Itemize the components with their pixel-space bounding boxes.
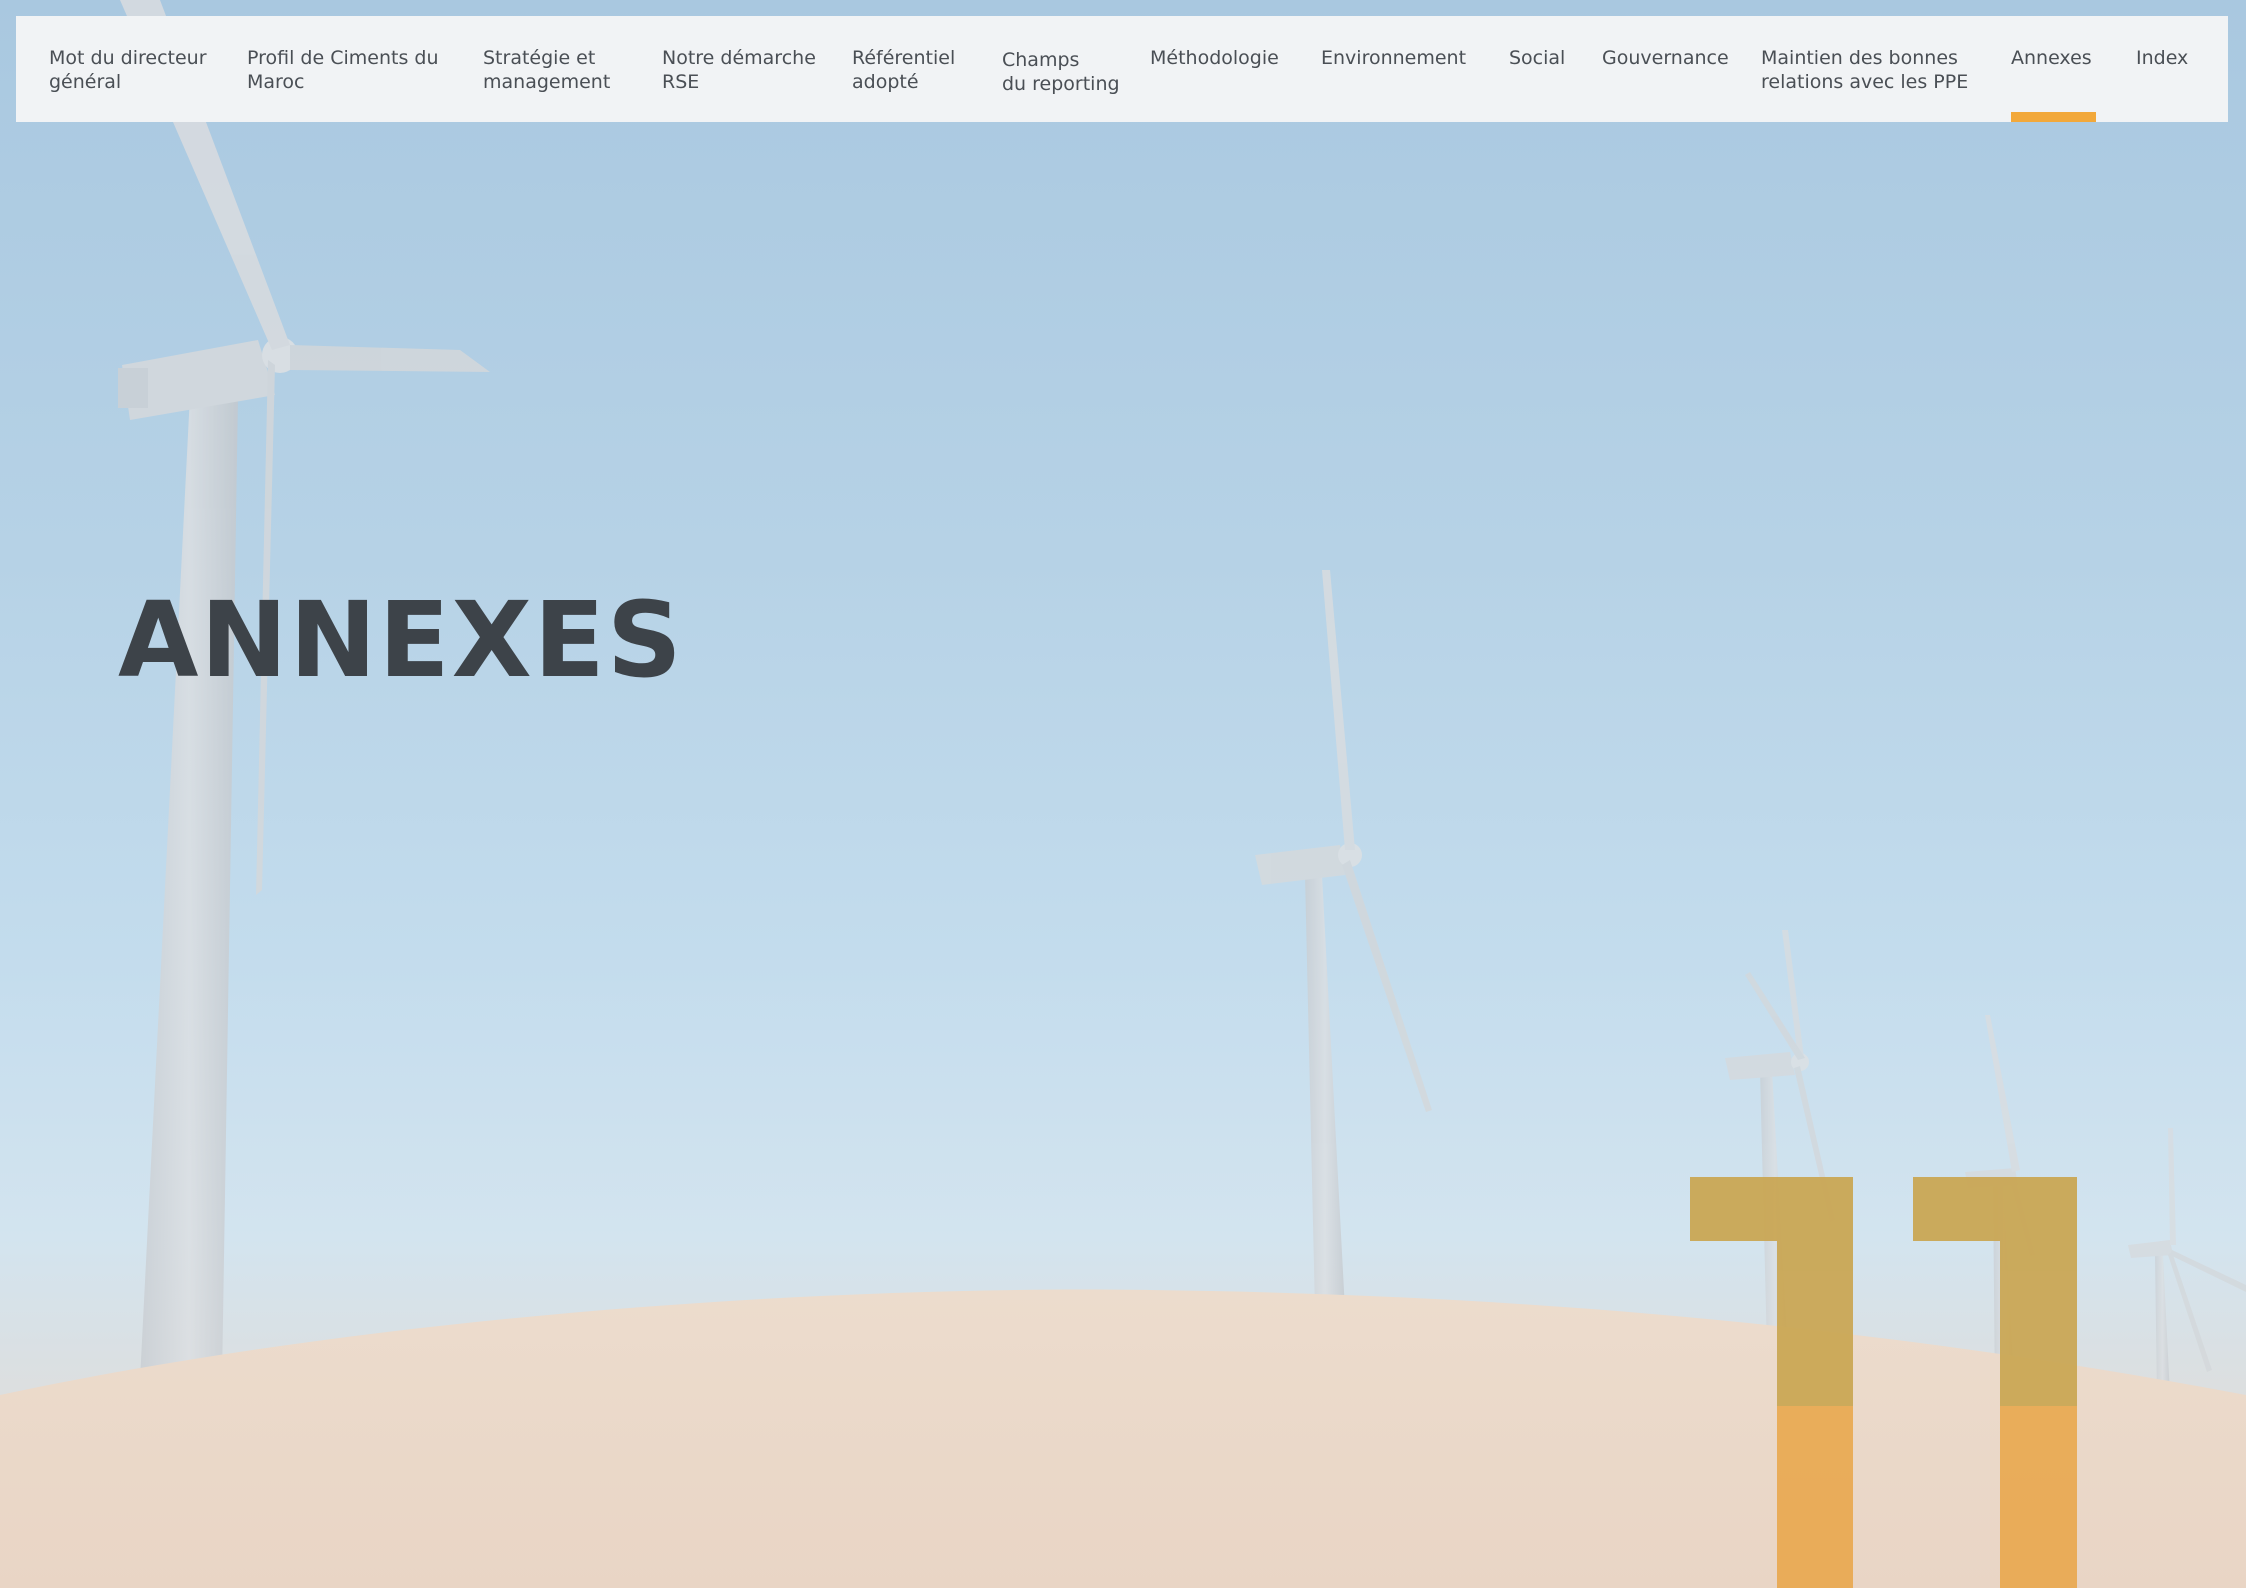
nav-item-index[interactable]: Index — [2136, 46, 2188, 70]
nav-item-demarche-rse[interactable]: Notre démarche RSE — [662, 46, 816, 94]
nav-item-referentiel[interactable]: Référentiel adopté — [852, 46, 955, 94]
nav-item-gouvernance[interactable]: Gouvernance — [1602, 46, 1729, 70]
nav-item-methodologie[interactable]: Méthodologie — [1150, 46, 1279, 70]
nav-item-relations-ppe[interactable]: Maintien des bonnes relations avec les P… — [1761, 46, 1968, 94]
turbine-middle — [1255, 570, 1432, 1310]
turbine-right-3 — [2128, 1128, 2246, 1395]
nav-item-environnement[interactable]: Environnement — [1321, 46, 1466, 70]
nav-item-champs-reporting[interactable]: Champs du reporting — [1002, 48, 1120, 96]
nav-item-mot-du-directeur[interactable]: Mot du directeur général — [49, 46, 207, 94]
nav-item-strategie[interactable]: Stratégie et management — [483, 46, 610, 94]
chapter-number-11: 11 — [1690, 1177, 2077, 1588]
nav-item-annexes[interactable]: Annexes — [2011, 46, 2096, 122]
top-navigation: Mot du directeur général Profil de Cimen… — [16, 16, 2228, 122]
nav-item-profil[interactable]: Profil de Ciments du Maroc — [247, 46, 439, 94]
page-title: ANNEXES — [118, 578, 684, 701]
nav-item-social[interactable]: Social — [1509, 46, 1565, 70]
